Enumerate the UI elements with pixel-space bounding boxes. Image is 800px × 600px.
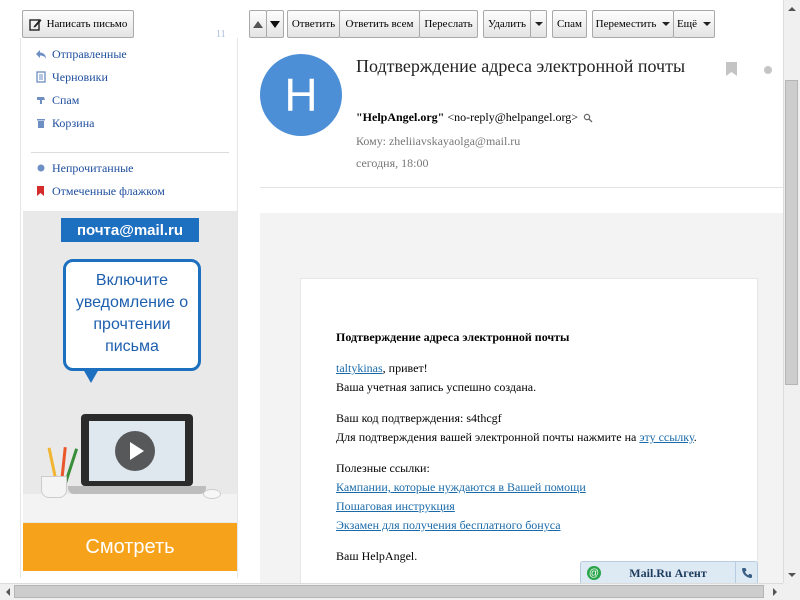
flag-icon (35, 185, 47, 197)
scroll-up-button[interactable] (784, 1, 799, 16)
greeting-line: taltykinas, привет! (336, 361, 428, 376)
cup-icon (41, 476, 67, 498)
ad-desk (23, 494, 237, 522)
arrow-down-icon (270, 20, 280, 28)
scroll-corner (783, 583, 800, 600)
bonus-exam-link[interactable]: Экзамен для получения бесплатного бонуса (336, 518, 561, 533)
unread-dot-icon (35, 162, 47, 174)
move-button[interactable]: Переместить (592, 10, 674, 38)
greeting-suffix: , привет! (382, 361, 428, 375)
ad-banner[interactable]: почта@mail.ru Включите уведомление о про… (23, 211, 237, 571)
sidebar-item-flagged[interactable]: Отмеченные флажком (35, 182, 165, 200)
sidebar-item-unread[interactable]: Непрочитанные (35, 159, 134, 177)
sidebar-item-label: Отправленные (52, 46, 127, 61)
compose-label: Написать письмо (46, 18, 128, 30)
vertical-scroll-thumb[interactable] (785, 80, 798, 385)
delete-dropdown-button[interactable] (530, 10, 547, 38)
compose-icon (28, 18, 42, 31)
sidebar-item-label: Корзина (52, 115, 95, 130)
confirm-prefix: Для подтверждения вашей электронной почт… (336, 430, 640, 444)
spam-button[interactable]: Спам (552, 10, 587, 38)
scroll-left-button[interactable] (0, 584, 15, 599)
next-message-button[interactable] (266, 10, 284, 38)
body-heading: Подтверждение адреса электронной почты (336, 330, 570, 344)
agent-label: Mail.Ru Агент (629, 565, 707, 580)
compose-button[interactable]: Написать письмо (22, 10, 134, 38)
sidebar-item-spam[interactable]: Спам (35, 91, 79, 109)
laptop-base (68, 486, 206, 494)
mouse-icon (203, 489, 221, 499)
prev-message-button[interactable] (249, 10, 267, 38)
confirm-line: Для подтверждения вашей электронной почт… (336, 430, 697, 445)
delete-label: Удалить (487, 18, 527, 30)
chevron-down-icon (662, 22, 671, 26)
confirm-link[interactable]: эту ссылку (639, 430, 693, 444)
sender-name[interactable]: "HelpAngel.org" (356, 110, 444, 125)
arrow-up-icon (787, 6, 796, 11)
sidebar-item-drafts[interactable]: Черновики (35, 68, 108, 86)
instructions-link[interactable]: Пошаговая инструкция (336, 499, 455, 514)
sidebar-item-sent[interactable]: Отправленные (35, 45, 127, 63)
search-icon[interactable] (583, 113, 593, 123)
delete-button[interactable]: Удалить (483, 10, 531, 38)
ad-bubble-tail (83, 369, 99, 383)
reply-label: Ответить (291, 18, 336, 30)
drafts-icon (35, 71, 47, 83)
ad-bubble-text: Включите уведомление о прочтении письма (63, 259, 201, 371)
trash-icon (35, 117, 47, 129)
play-icon[interactable] (115, 431, 155, 471)
sidebar-item-trash[interactable]: Корзина (35, 114, 94, 132)
forward-label: Переслать (424, 18, 473, 30)
sent-icon (35, 48, 47, 60)
ad-logo: почта@mail.ru (61, 218, 199, 242)
more-button[interactable]: Ещё (673, 10, 715, 38)
arrow-right-icon (772, 587, 777, 596)
reply-all-button[interactable]: Ответить всем (339, 10, 420, 38)
sender-avatar: H (260, 54, 342, 136)
scroll-right-button[interactable] (767, 584, 782, 599)
chevron-down-icon (534, 22, 543, 26)
move-label: Переместить (595, 18, 657, 30)
mail-agent-widget[interactable]: @ Mail.Ru Агент (580, 561, 758, 585)
message-from: "HelpAngel.org" <no-reply@helpangel.org> (356, 110, 593, 125)
sidebar-item-label: Черновики (52, 69, 108, 84)
arrow-up-icon (253, 20, 263, 28)
spam-label: Спам (556, 18, 583, 30)
message-recipient: Кому: zheliiavskayaolga@mail.ru (356, 134, 521, 148)
campaigns-link[interactable]: Кампании, которые нуждаются в Вашей помо… (336, 480, 586, 495)
useful-links-title: Полезные ссылки: (336, 461, 430, 475)
confirmation-code-text: Ваш код подтверждения: s4thcgf (336, 411, 502, 425)
username-link[interactable]: taltykinas (336, 361, 383, 375)
bookmark-flag-icon[interactable] (726, 62, 737, 76)
forward-button[interactable]: Переслать (419, 10, 478, 38)
sidebar: 11 Отправленные Черновики Спам Корзина Н… (20, 29, 238, 578)
sender-address[interactable]: <no-reply@helpangel.org> (447, 110, 578, 125)
sidebar-item-label: Спам (52, 92, 80, 107)
arrow-down-icon (787, 572, 796, 577)
reply-button[interactable]: Ответить (287, 10, 340, 38)
sidebar-item-label: Отмеченные флажком (52, 183, 165, 198)
confirm-suffix: . (693, 430, 697, 444)
message-date: сегодня, 18:00 (356, 156, 429, 170)
message-subject: Подтверждение адреса электронной почты (356, 56, 686, 76)
sidebar-item-label: Непрочитанные (52, 160, 134, 175)
spam-icon (35, 94, 47, 106)
more-label: Ещё (676, 18, 698, 30)
sidebar-divider (31, 152, 229, 153)
agent-status-icon: @ (587, 566, 601, 580)
account-created-text: Ваша учетная запись успешно создана. (336, 380, 537, 394)
signature: Ваш HelpAngel. (336, 549, 418, 563)
reply-all-label: Ответить всем (345, 18, 414, 30)
arrow-left-icon (5, 587, 10, 596)
header-divider (260, 187, 784, 188)
ad-watch-button[interactable]: Смотреть (23, 523, 237, 571)
horizontal-scroll-thumb[interactable] (14, 585, 764, 598)
unread-toggle-icon[interactable] (764, 66, 772, 74)
unread-count: 11 (216, 29, 226, 40)
scroll-down-button[interactable] (784, 567, 799, 582)
chevron-down-icon (703, 22, 712, 26)
phone-icon[interactable] (735, 562, 757, 584)
